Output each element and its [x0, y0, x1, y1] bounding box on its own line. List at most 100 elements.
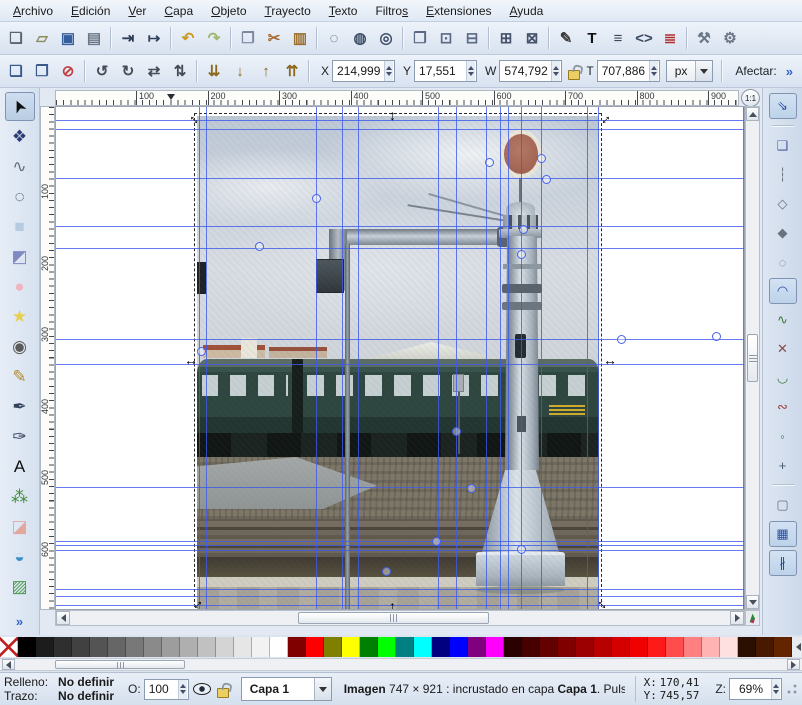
select-all-button[interactable]: ❏	[3, 58, 29, 84]
duplicate-button[interactable]: ❒	[407, 25, 433, 51]
unit-dropdown-icon[interactable]	[695, 61, 712, 81]
paste-button[interactable]: ▥	[287, 25, 313, 51]
zoom-selection-button[interactable]: ◌	[321, 25, 347, 51]
palette-swatch[interactable]	[594, 637, 612, 657]
tool-3dbox-tool[interactable]: ◩	[5, 242, 35, 271]
tool-ellipse-tool[interactable]: ●	[5, 272, 35, 301]
scroll-up-button[interactable]	[746, 107, 759, 121]
palette-swatch[interactable]	[360, 637, 378, 657]
guide-vertical[interactable]	[598, 107, 599, 609]
guide-vertical[interactable]	[206, 107, 207, 609]
palette-swatch[interactable]	[630, 637, 648, 657]
snap-bbox-button[interactable]: ❑	[769, 133, 797, 159]
y-spinner[interactable]	[466, 61, 475, 81]
palette-swatch[interactable]	[648, 637, 666, 657]
horizontal-ruler[interactable]: 100200300400500600700800900	[55, 90, 739, 106]
palette-swatch[interactable]	[306, 637, 324, 657]
copy-button[interactable]: ❐	[235, 25, 261, 51]
guide-horizontal[interactable]	[56, 541, 744, 542]
snap-master-button[interactable]: ⇘	[769, 93, 797, 119]
guide-vertical[interactable]	[199, 107, 200, 609]
guide-anchor[interactable]	[537, 154, 546, 163]
palette-swatch[interactable]	[378, 637, 396, 657]
import-document-button[interactable]: ⇥	[115, 25, 141, 51]
y-field[interactable]: 17,551	[414, 60, 477, 82]
palette-swatch[interactable]	[522, 637, 540, 657]
opacity-field[interactable]: 100	[144, 679, 189, 700]
toolbox-overflow-chevron[interactable]: »	[10, 614, 29, 629]
layer-visibility-eye-icon[interactable]	[193, 683, 211, 695]
create-clone-button[interactable]: ⊡	[433, 25, 459, 51]
cut-button[interactable]: ✂	[261, 25, 287, 51]
guide-horizontal[interactable]	[56, 545, 744, 546]
tool-tweak[interactable]: ∿	[5, 152, 35, 181]
palette-swatch[interactable]	[576, 637, 594, 657]
opacity-spinner[interactable]	[178, 680, 187, 699]
guide-anchor[interactable]	[452, 427, 461, 436]
snap-path-intersections-button[interactable]: ✕	[769, 336, 797, 362]
zoom-1-1-button[interactable]: 1:1	[741, 89, 760, 107]
align-distribute-dialog-button[interactable]: ≣	[657, 25, 683, 51]
toolbar-overflow-chevron[interactable]: »	[780, 64, 799, 79]
select-all-layers-button[interactable]: ❒	[29, 58, 55, 84]
menu-edicion[interactable]: Edición	[62, 2, 119, 20]
fill-stroke-dialog-button[interactable]: ✎	[553, 25, 579, 51]
current-layer-select[interactable]: Capa 1	[241, 677, 332, 701]
canvas[interactable]: ↔↔↕↕↔↔↔↔	[55, 106, 745, 610]
snap-bbox-edges-button[interactable]: ┆	[769, 162, 797, 188]
tool-selector[interactable]: ➤	[5, 92, 35, 121]
guide-horizontal[interactable]	[56, 339, 744, 340]
guide-anchor[interactable]	[485, 158, 494, 167]
tool-pencil-tool[interactable]: ✎	[5, 362, 35, 391]
tool-bucket-tool[interactable]: ◒	[5, 542, 35, 571]
snap-grid-button[interactable]: ▦	[769, 521, 797, 547]
window-resize-grip[interactable]	[786, 683, 798, 695]
lower-one-step-button[interactable]: ↓	[227, 58, 253, 84]
height-spinner[interactable]	[649, 61, 658, 81]
palette-swatch[interactable]	[414, 637, 432, 657]
palette-swatch[interactable]	[18, 637, 36, 657]
vertical-scrollbar[interactable]	[745, 106, 760, 610]
snap-cusp-nodes-button[interactable]: ◡	[769, 365, 797, 391]
x-spinner[interactable]	[384, 61, 393, 81]
palette-scroll-right-button[interactable]	[787, 659, 800, 670]
palette-swatch[interactable]	[468, 637, 486, 657]
guide-anchor[interactable]	[467, 484, 476, 493]
snap-rotation-centers-button[interactable]: +	[769, 452, 797, 478]
tool-spray-tool[interactable]: ⁂	[5, 482, 35, 511]
palette-swatch[interactable]	[252, 637, 270, 657]
save-document-button[interactable]: ▣	[55, 25, 81, 51]
snap-to-paths-button[interactable]: ∿	[769, 307, 797, 333]
menu-extensiones[interactable]: Extensiones	[417, 2, 500, 20]
palette-swatch[interactable]	[486, 637, 504, 657]
palette-swatch[interactable]	[702, 637, 720, 657]
guide-horizontal[interactable]	[56, 596, 744, 597]
guide-vertical[interactable]	[541, 107, 542, 609]
guide-vertical[interactable]	[743, 107, 744, 609]
guide-vertical[interactable]	[438, 107, 439, 609]
palette-swatch[interactable]	[36, 637, 54, 657]
palette-swatch[interactable]	[198, 637, 216, 657]
palette-swatch[interactable]	[144, 637, 162, 657]
guide-horizontal[interactable]	[56, 550, 744, 551]
palette-swatch[interactable]	[324, 637, 342, 657]
horizontal-scrollbar[interactable]	[55, 610, 745, 626]
deselect-button[interactable]: ⊘	[55, 58, 81, 84]
raise-one-step-button[interactable]: ↑	[253, 58, 279, 84]
lock-ratio-icon[interactable]	[568, 70, 580, 80]
redo-button[interactable]: ↷	[201, 25, 227, 51]
print-button[interactable]: ▤	[81, 25, 107, 51]
palette-scrollbar[interactable]	[0, 658, 802, 671]
export-bitmap-button[interactable]: ↦	[141, 25, 167, 51]
scroll-right-button[interactable]	[730, 611, 744, 625]
palette-swatch[interactable]	[504, 637, 522, 657]
guide-vertical[interactable]	[342, 107, 343, 609]
zoom-drawing-button[interactable]: ◍	[347, 25, 373, 51]
palette-swatch[interactable]	[396, 637, 414, 657]
guide-vertical[interactable]	[456, 107, 457, 609]
snap-page-border-button[interactable]: ▢	[769, 492, 797, 518]
x-field[interactable]: 214,999	[332, 60, 395, 82]
selection-scale-handle[interactable]: ↕	[389, 599, 396, 610]
flip-horizontal-button[interactable]: ⇄	[141, 58, 167, 84]
snap-bbox-centers-button[interactable]: ◌	[769, 249, 797, 275]
